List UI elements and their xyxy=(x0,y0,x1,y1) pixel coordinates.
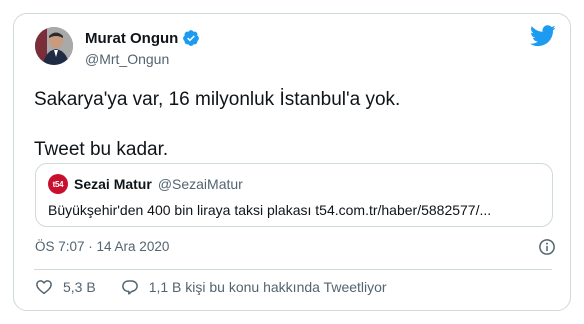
tweet-actions: 5,3 B 1,1 B kişi bu konu hakkında Tweetl… xyxy=(35,278,387,296)
tweet-text: Sakarya'ya var, 16 milyonluk İstanbul'a … xyxy=(34,87,554,162)
heart-icon xyxy=(36,280,52,295)
like-button[interactable]: 5,3 B xyxy=(35,278,96,296)
author-avatar[interactable] xyxy=(35,27,73,65)
like-count: 5,3 B xyxy=(63,279,96,295)
tweet-text-gap xyxy=(34,112,554,137)
tweet-timestamp[interactable]: ÖS 7:07 · 14 Ara 2020 xyxy=(35,239,169,254)
tweet-text-line-1: Sakarya'ya var, 16 milyonluk İstanbul'a … xyxy=(34,89,401,110)
quoted-author-row[interactable]: Sezai Matur @SezaiMatur xyxy=(74,176,243,192)
author-display-name[interactable]: Murat Ongun xyxy=(85,30,178,47)
quoted-tweet[interactable]: t54 Sezai Matur @SezaiMatur Büyükşehir'd… xyxy=(35,163,553,227)
reply-conversation-link[interactable]: 1,1 B kişi bu konu hakkında Tweetliyor xyxy=(121,278,387,296)
quoted-author-avatar[interactable]: t54 xyxy=(48,174,68,194)
tweet-text-line-2: Tweet bu kadar. xyxy=(34,139,169,160)
author-name-row[interactable]: Murat Ongun xyxy=(85,29,200,47)
verified-badge-icon xyxy=(183,30,200,46)
quoted-author-name[interactable]: Sezai Matur xyxy=(74,176,152,192)
reply-bubble-icon xyxy=(121,280,138,295)
quoted-tweet-text[interactable]: Büyükşehir'den 400 bin liraya taksi plak… xyxy=(48,202,542,218)
author-handle[interactable]: @Mrt_Ongun xyxy=(85,51,169,67)
author-avatar-image xyxy=(35,27,73,65)
quoted-author-handle[interactable]: @SezaiMatur xyxy=(158,176,243,192)
divider xyxy=(34,269,552,270)
twitter-bird-icon[interactable] xyxy=(530,25,556,47)
reply-conversation-label: 1,1 B kişi bu konu hakkında Tweetliyor xyxy=(148,279,387,295)
tweet-card[interactable]: Murat Ongun @Mrt_Ongun Sakarya'ya var, 1… xyxy=(13,13,571,311)
info-icon[interactable] xyxy=(538,238,556,256)
